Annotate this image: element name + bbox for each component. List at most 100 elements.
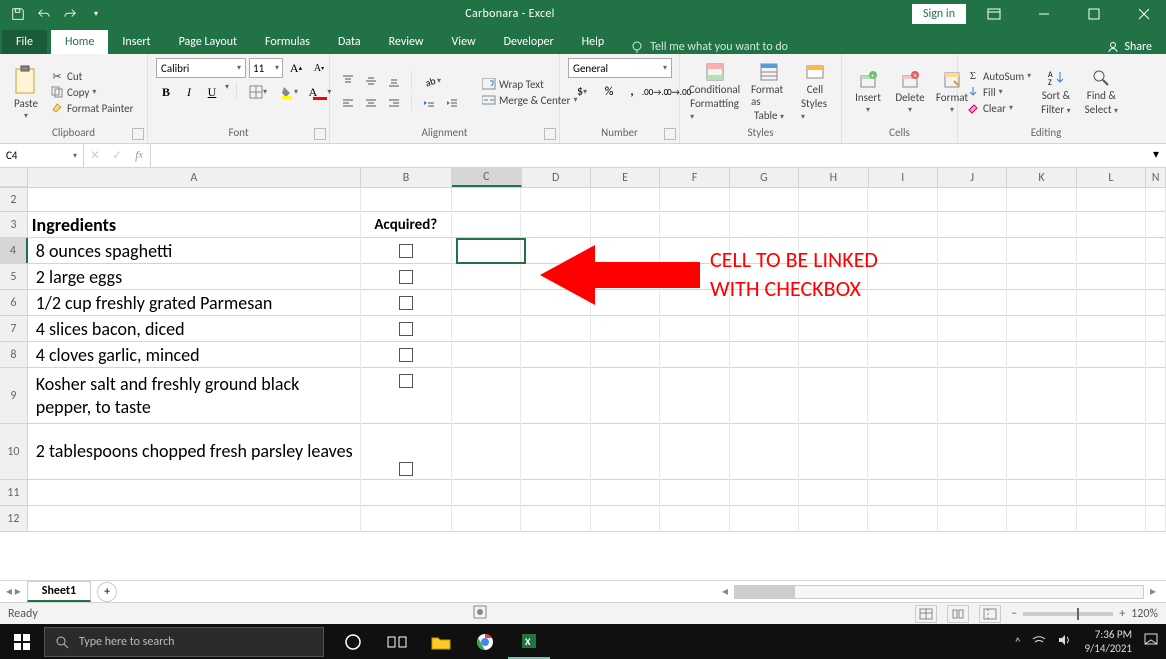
cell[interactable] — [799, 506, 868, 532]
cell[interactable] — [1007, 188, 1076, 212]
cell[interactable] — [799, 188, 868, 212]
taskbar-clock[interactable]: 7:36 PM 9/14/2021 — [1084, 628, 1132, 654]
zoom-out-icon[interactable]: − — [1011, 607, 1017, 621]
cell[interactable]: 2 tablespoons chopped fresh parsley leav… — [28, 424, 361, 480]
cell[interactable] — [938, 188, 1007, 212]
cell[interactable] — [452, 480, 521, 506]
cell[interactable] — [521, 264, 590, 290]
cell[interactable] — [1077, 342, 1146, 368]
sheet-tab-1[interactable]: Sheet1 — [27, 581, 91, 602]
comma-format-icon[interactable]: , — [622, 82, 642, 102]
cell[interactable] — [361, 368, 452, 424]
cell[interactable] — [1007, 238, 1076, 264]
cell[interactable] — [799, 342, 868, 368]
cell[interactable] — [521, 506, 590, 532]
cell[interactable] — [730, 212, 799, 238]
italic-icon[interactable]: I — [179, 82, 199, 102]
cell[interactable] — [1146, 264, 1166, 290]
checkbox-icon[interactable] — [399, 462, 413, 476]
tab-view[interactable]: View — [438, 30, 490, 54]
insert-cells-button[interactable]: +Insert▾ — [850, 68, 886, 117]
fx-icon[interactable]: fx — [128, 145, 150, 167]
page-layout-view-icon[interactable] — [947, 605, 969, 623]
cell[interactable]: Ingredients — [28, 212, 361, 238]
cell[interactable] — [868, 506, 937, 532]
cell[interactable] — [868, 188, 937, 212]
cell[interactable] — [938, 342, 1007, 368]
tray-wifi-icon[interactable] — [1032, 634, 1046, 649]
cell[interactable]: 4 cloves garlic, minced — [28, 342, 361, 368]
cell[interactable]: 1/2 cup freshly grated Parmesan — [28, 290, 361, 316]
cut-button[interactable]: ✂Cut — [50, 69, 133, 83]
tab-formulas[interactable]: Formulas — [251, 30, 324, 54]
cell[interactable] — [1077, 316, 1146, 342]
cell[interactable] — [660, 238, 729, 264]
col-header-E[interactable]: E — [591, 168, 660, 187]
taskbar-search[interactable]: Type here to search — [44, 627, 324, 657]
cell[interactable] — [1007, 316, 1076, 342]
cell[interactable] — [868, 342, 937, 368]
task-view-icon[interactable] — [376, 624, 418, 659]
cell[interactable] — [1146, 212, 1166, 238]
chrome-icon[interactable] — [464, 624, 506, 659]
row-header-7[interactable]: 7 — [0, 316, 28, 341]
checkbox-icon[interactable] — [399, 348, 413, 362]
col-header-G[interactable]: G — [730, 168, 799, 187]
cell[interactable] — [452, 342, 521, 368]
formula-input[interactable] — [151, 144, 1146, 167]
cell[interactable] — [1077, 424, 1146, 480]
tray-chevron-icon[interactable]: ^ — [1015, 635, 1020, 648]
cell[interactable]: 4 slices bacon, diced — [28, 316, 361, 342]
cell[interactable]: Acquired? — [361, 212, 452, 238]
number-format-combo[interactable]: General▾ — [568, 58, 672, 78]
tab-file[interactable]: File — [2, 30, 47, 54]
minimize-icon[interactable] — [1022, 0, 1066, 28]
cell[interactable] — [660, 368, 729, 424]
font-size-combo[interactable]: 11▾ — [249, 58, 283, 78]
cell[interactable] — [1146, 368, 1166, 424]
cell[interactable] — [1146, 316, 1166, 342]
row-header-5[interactable]: 5 — [0, 264, 28, 289]
cell[interactable] — [452, 212, 521, 238]
cell[interactable] — [521, 424, 590, 480]
cancel-formula-icon[interactable]: ✕ — [84, 145, 106, 167]
cell[interactable] — [1007, 212, 1076, 238]
file-explorer-icon[interactable] — [420, 624, 462, 659]
undo-icon[interactable] — [32, 2, 56, 26]
cell[interactable] — [452, 368, 521, 424]
cell[interactable] — [361, 424, 452, 480]
cell[interactable] — [1077, 290, 1146, 316]
col-header-H[interactable]: H — [799, 168, 868, 187]
enter-formula-icon[interactable]: ✓ — [106, 145, 128, 167]
bold-icon[interactable]: B — [156, 82, 176, 102]
cell[interactable] — [660, 316, 729, 342]
cell[interactable] — [28, 506, 361, 532]
align-right-icon[interactable] — [384, 93, 404, 113]
checkbox-icon[interactable] — [399, 322, 413, 336]
expand-formula-bar-icon[interactable]: ▾ — [1146, 144, 1166, 164]
cell[interactable] — [591, 188, 660, 212]
sign-in-button[interactable]: Sign in — [912, 4, 966, 24]
cell[interactable] — [361, 316, 452, 342]
cell[interactable] — [868, 368, 937, 424]
cell[interactable] — [591, 342, 660, 368]
tray-volume-icon[interactable] — [1058, 634, 1072, 649]
copy-button[interactable]: Copy ▾ — [50, 85, 133, 99]
cell[interactable]: 2 large eggs — [28, 264, 361, 290]
cell[interactable] — [799, 368, 868, 424]
tab-help[interactable]: Help — [568, 30, 619, 54]
decrease-indent-icon[interactable] — [419, 93, 439, 113]
name-box[interactable]: C4▾ — [0, 144, 84, 167]
cell[interactable] — [361, 264, 452, 290]
cell[interactable] — [521, 212, 590, 238]
cell[interactable]: Kosher salt and freshly ground black pep… — [28, 368, 361, 424]
select-all-corner[interactable] — [0, 168, 28, 187]
cell[interactable] — [1146, 238, 1166, 264]
cell[interactable] — [938, 316, 1007, 342]
close-icon[interactable] — [1122, 0, 1166, 28]
row-header-10[interactable]: 10 — [0, 424, 28, 479]
increase-indent-icon[interactable] — [442, 93, 462, 113]
col-header-B[interactable]: B — [361, 168, 452, 187]
align-bottom-icon[interactable] — [384, 71, 404, 91]
cell[interactable] — [1077, 212, 1146, 238]
